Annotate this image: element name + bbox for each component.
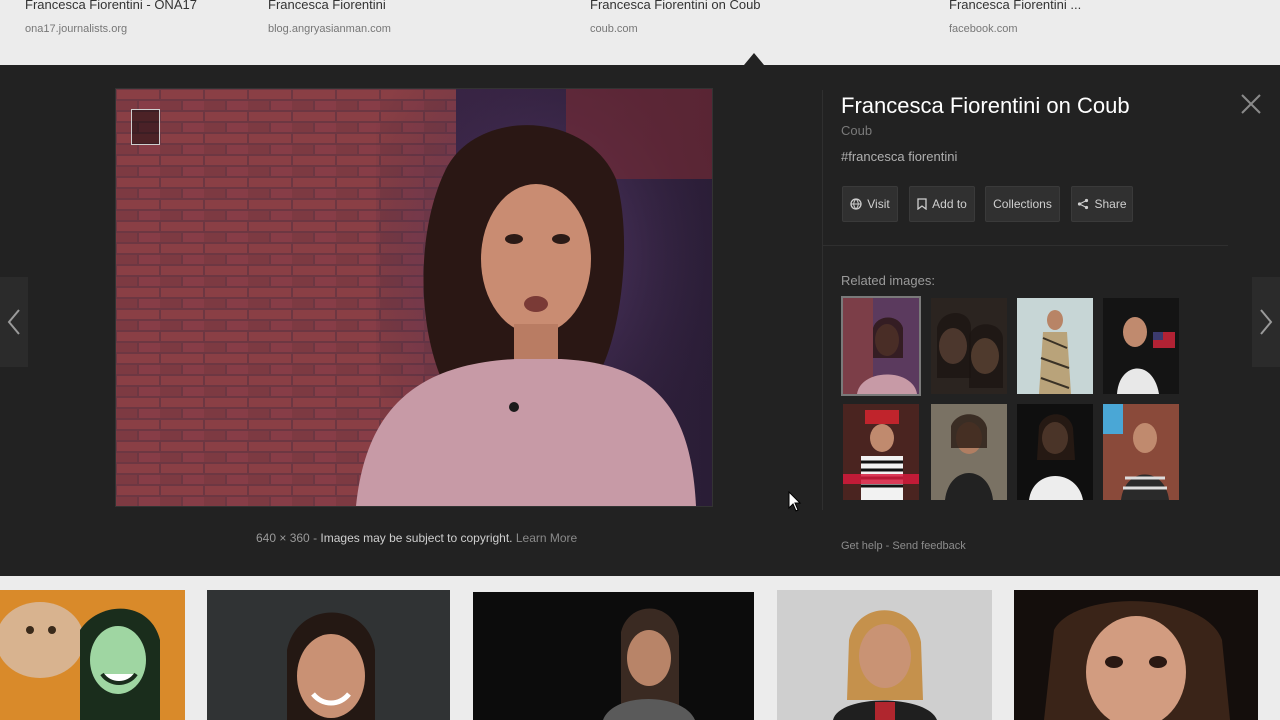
related-image-thumbnail[interactable]: [931, 404, 1007, 500]
section-divider: [822, 245, 1228, 246]
image-source[interactable]: Coub: [841, 123, 872, 138]
top-result-title[interactable]: Francesca Fiorentini: [268, 0, 391, 12]
visit-label: Visit: [867, 197, 890, 211]
top-result-item[interactable]: Francesca Fiorentini ... facebook.com: [949, 0, 1081, 35]
image-viewer-panel: 640 × 360 - Images may be subject to cop…: [0, 65, 1280, 576]
share-label: Share: [1094, 197, 1127, 211]
top-result-url: ona17.journalists.org: [25, 23, 128, 35]
send-feedback-link[interactable]: Send feedback: [892, 540, 965, 552]
get-help-link[interactable]: Get help: [841, 540, 883, 552]
viewer-footer-links: Get help - Send feedback: [841, 540, 966, 552]
related-images-label: Related images:: [841, 273, 935, 288]
image-selection-box: [131, 109, 160, 145]
result-thumbnail[interactable]: [777, 590, 992, 720]
next-image-button[interactable]: [1252, 277, 1280, 367]
globe-icon: [850, 198, 862, 210]
panel-divider: [822, 90, 823, 510]
top-result-url: blog.angryasianman.com: [268, 23, 391, 35]
top-result-url: coub.com: [590, 23, 638, 35]
bookmark-icon: [917, 198, 927, 210]
woman-portrait-brick-wall-image: [116, 89, 712, 506]
share-button[interactable]: Share: [1071, 186, 1133, 222]
top-results-strip: Francesca Fiorentini - ONA17 ona17.journ…: [0, 0, 1280, 65]
top-result-title[interactable]: Francesca Fiorentini - ONA17: [25, 0, 197, 12]
result-thumbnail[interactable]: [0, 590, 185, 720]
top-result-title[interactable]: Francesca Fiorentini ...: [949, 0, 1081, 12]
top-result-item[interactable]: Francesca Fiorentini - ONA17 ona17.journ…: [25, 0, 197, 35]
top-result-title[interactable]: Francesca Fiorentini on Coub: [590, 0, 761, 12]
bottom-results-strip: [0, 576, 1280, 720]
top-result-item[interactable]: Francesca Fiorentini blog.angryasianman.…: [268, 0, 391, 35]
related-image-thumbnail[interactable]: [841, 296, 921, 396]
footer-separator: -: [885, 540, 890, 552]
related-image-thumbnail[interactable]: [931, 298, 1007, 394]
top-result-item[interactable]: Francesca Fiorentini on Coub coub.com: [590, 0, 761, 35]
copyright-notice: Images may be subject to copyright.: [320, 531, 513, 545]
top-result-url: facebook.com: [949, 23, 1018, 35]
image-caption: 640 × 360 - Images may be subject to cop…: [256, 531, 577, 545]
related-image-thumbnail[interactable]: [843, 404, 919, 500]
related-image-thumbnail[interactable]: [1103, 404, 1179, 500]
collections-button[interactable]: Collections: [985, 186, 1060, 222]
main-preview-image[interactable]: [115, 88, 713, 507]
chevron-right-icon: [1260, 309, 1273, 335]
collections-label: Collections: [993, 197, 1052, 211]
chevron-left-icon: [7, 309, 20, 335]
close-icon: [1241, 94, 1261, 114]
image-tag: #francesca fiorentini: [841, 149, 958, 164]
result-thumbnail[interactable]: [1014, 590, 1258, 720]
related-image-thumbnail[interactable]: [1017, 298, 1093, 394]
add-to-button[interactable]: Add to: [909, 186, 975, 222]
result-thumbnail[interactable]: [207, 590, 450, 720]
close-viewer-button[interactable]: [1240, 93, 1262, 115]
selected-result-caret: [744, 53, 764, 65]
image-dimensions: 640 × 360: [256, 531, 310, 545]
add-to-label: Add to: [932, 197, 967, 211]
related-image-thumbnail[interactable]: [1103, 298, 1179, 394]
learn-more-link[interactable]: Learn More: [516, 531, 577, 545]
related-image-thumbnail[interactable]: [1017, 404, 1093, 500]
caption-separator: -: [313, 531, 318, 545]
image-title[interactable]: Francesca Fiorentini on Coub: [841, 93, 1130, 119]
result-thumbnail[interactable]: [473, 592, 754, 720]
mouse-cursor-icon: [788, 490, 802, 518]
share-icon: [1078, 198, 1089, 210]
previous-image-button[interactable]: [0, 277, 28, 367]
visit-button[interactable]: Visit: [842, 186, 898, 222]
